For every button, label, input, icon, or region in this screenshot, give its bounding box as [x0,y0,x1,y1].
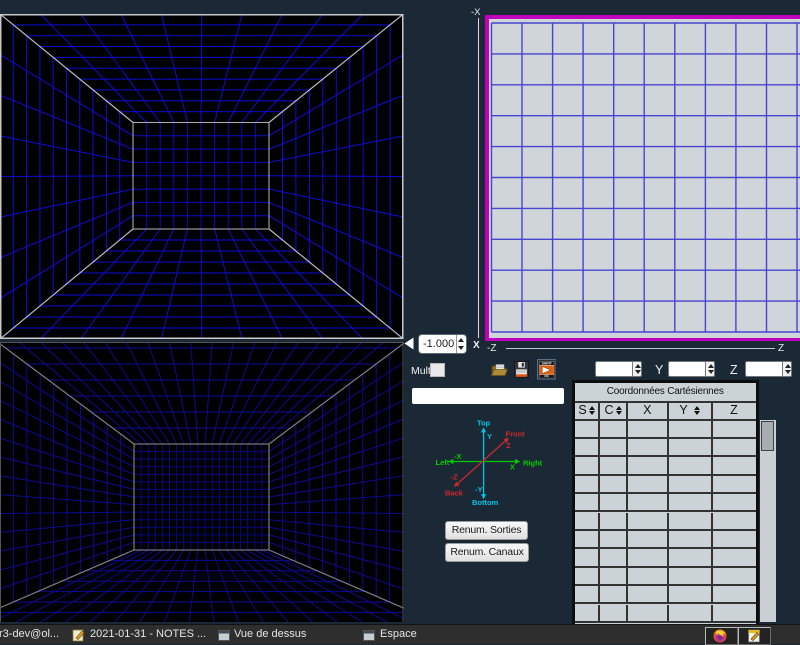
svg-text:-X: -X [454,452,462,461]
svg-text:Z: Z [506,441,511,450]
svg-text:-Y: -Y [475,485,483,494]
svg-text:Left: Left [436,458,450,467]
svg-text:X: X [510,463,515,472]
svg-text:Top: Top [477,419,491,428]
svg-text:Right: Right [523,459,543,468]
svg-text:Back: Back [445,489,464,498]
svg-text:Front: Front [506,430,526,439]
svg-text:-Z: -Z [451,473,458,482]
svg-text:Y: Y [487,432,492,441]
svg-text:Bottom: Bottom [472,498,499,507]
svg-text:IDE: IDE [544,374,549,378]
svg-text:SAINT: SAINT [541,362,552,366]
